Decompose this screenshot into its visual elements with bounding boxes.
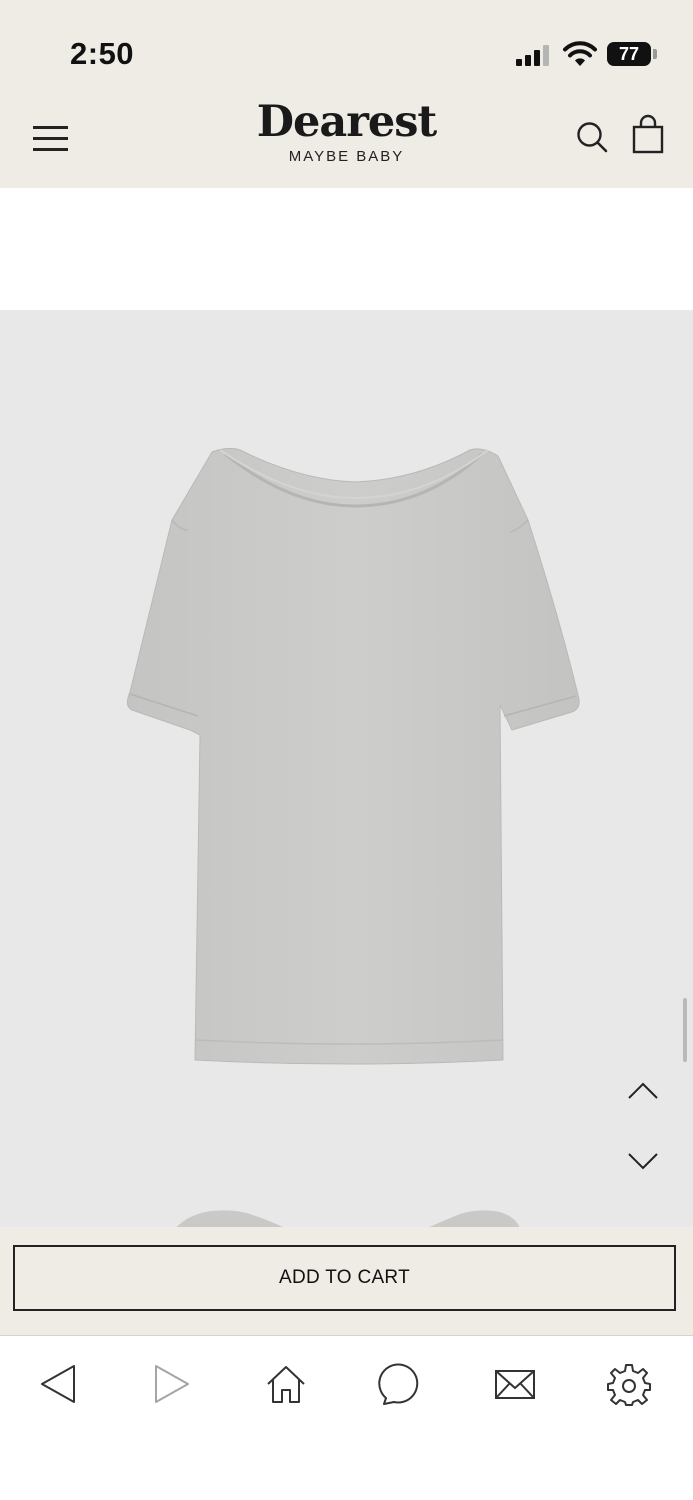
- search-icon[interactable]: [575, 120, 609, 154]
- mail-icon[interactable]: [493, 1362, 537, 1406]
- battery-icon: 77: [607, 42, 651, 66]
- add-to-cart-button[interactable]: ADD TO CART: [13, 1245, 676, 1311]
- cellular-signal-icon: [516, 44, 552, 66]
- grey-tshirt-image: [126, 447, 580, 1065]
- back-icon[interactable]: [36, 1362, 80, 1406]
- shopping-bag-icon[interactable]: [631, 114, 665, 154]
- battery-level: 77: [618, 43, 640, 64]
- battery-cap: [653, 49, 657, 59]
- status-bar: 2:50 77: [0, 0, 693, 92]
- site-header: Dearest MAYBE BABY: [0, 92, 693, 188]
- forward-icon[interactable]: [150, 1362, 194, 1406]
- chat-icon[interactable]: [378, 1362, 422, 1406]
- add-to-cart-label: ADD TO CART: [278, 1267, 411, 1288]
- next-product-image-preview: [176, 1210, 520, 1227]
- add-to-cart-bar: ADD TO CART: [0, 1227, 693, 1336]
- settings-icon[interactable]: [607, 1362, 651, 1406]
- status-time: 2:50: [70, 36, 135, 71]
- chevron-down-icon[interactable]: [626, 1142, 660, 1176]
- product-gallery[interactable]: [0, 310, 693, 1227]
- wifi-icon: [563, 41, 597, 66]
- home-icon[interactable]: [264, 1362, 308, 1406]
- chevron-up-icon[interactable]: [626, 1072, 660, 1106]
- scrollbar-thumb[interactable]: [683, 998, 687, 1062]
- browser-toolbar: [0, 1336, 693, 1500]
